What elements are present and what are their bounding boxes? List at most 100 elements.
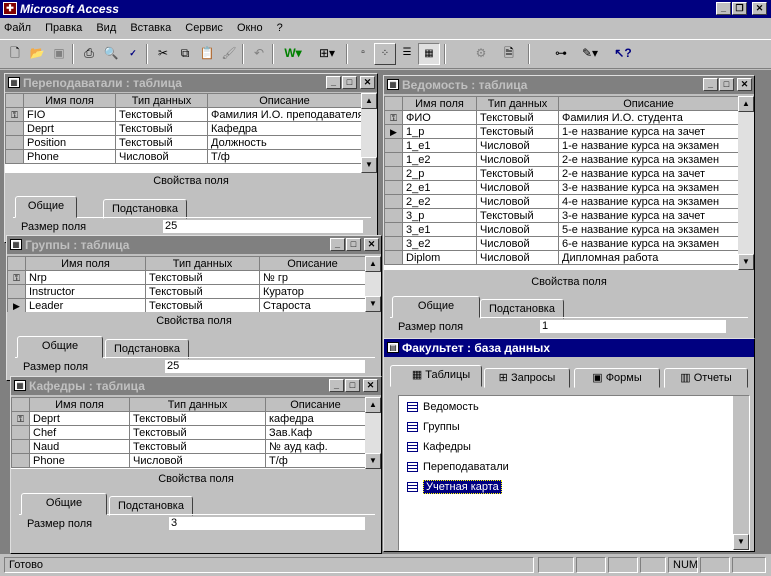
tab-general[interactable]: Общие bbox=[17, 336, 103, 358]
maximize-icon[interactable]: □ bbox=[346, 238, 361, 251]
field-name[interactable]: Deprt bbox=[23, 121, 116, 136]
menu-file[interactable]: Файл bbox=[4, 18, 31, 38]
field-type[interactable]: Числовой bbox=[476, 222, 559, 237]
field-type[interactable]: Текстовый bbox=[476, 166, 559, 181]
field-type[interactable]: Текстовый bbox=[115, 135, 208, 150]
close-icon[interactable]: ✕ bbox=[364, 238, 379, 251]
large-icons-icon[interactable]: ▫ bbox=[352, 43, 374, 65]
field-name[interactable]: Chef bbox=[29, 425, 130, 440]
field-desc[interactable]: 2-е название курса на зачет bbox=[558, 166, 738, 181]
field-name[interactable]: 2_e1 bbox=[402, 180, 477, 195]
scroll-down-icon[interactable]: ▼ bbox=[365, 453, 381, 469]
current-row-icon[interactable]: ▶ bbox=[384, 124, 403, 139]
scroll-up-icon[interactable]: ▲ bbox=[365, 397, 381, 413]
database-title-bar[interactable]: ▤ Факультет : база данных bbox=[384, 339, 754, 357]
tab-forms[interactable]: ▣ Формы bbox=[574, 368, 660, 388]
field-type[interactable]: Числовой bbox=[129, 453, 266, 468]
field-type[interactable]: Текстовый bbox=[115, 107, 208, 122]
copy-icon[interactable]: ⧉ bbox=[174, 43, 196, 65]
scroll-down-icon[interactable]: ▼ bbox=[365, 296, 381, 312]
save-icon[interactable]: ▣ bbox=[48, 43, 70, 65]
field-name[interactable]: 1_p bbox=[402, 124, 477, 139]
menu-view[interactable]: Вид bbox=[96, 18, 116, 38]
column-header-name[interactable]: Имя поля bbox=[29, 397, 130, 412]
row-selector[interactable] bbox=[384, 250, 403, 265]
paste-icon[interactable]: 📋 bbox=[196, 43, 218, 65]
row-selector[interactable] bbox=[384, 208, 403, 223]
field-type[interactable]: Числовой bbox=[476, 138, 559, 153]
field-type[interactable]: Текстовый bbox=[115, 121, 208, 136]
tab-lookup[interactable]: Подстановка bbox=[105, 339, 189, 359]
menu-edit[interactable]: Правка bbox=[45, 18, 82, 38]
field-name[interactable]: Nrp bbox=[25, 270, 146, 285]
scroll-down-icon[interactable]: ▼ bbox=[361, 157, 377, 173]
vertical-scrollbar[interactable]: ▲ ▼ bbox=[365, 256, 381, 312]
row-selector[interactable] bbox=[384, 222, 403, 237]
row-selector[interactable] bbox=[5, 135, 24, 150]
field-type[interactable]: Текстовый bbox=[476, 208, 559, 223]
details-icon[interactable]: ▦ bbox=[418, 43, 440, 65]
field-desc[interactable]: Должность bbox=[207, 135, 361, 150]
scroll-up-icon[interactable]: ▲ bbox=[738, 96, 754, 112]
field-type[interactable]: Текстовый bbox=[145, 298, 260, 312]
menu-help[interactable]: ? bbox=[277, 18, 283, 38]
tab-reports[interactable]: ▥ Отчеты bbox=[664, 368, 748, 388]
field-desc[interactable]: Дипломная работа bbox=[558, 250, 738, 265]
office-links-icon[interactable]: W▾ bbox=[278, 43, 308, 65]
column-header-desc[interactable]: Описание bbox=[265, 397, 365, 412]
field-desc[interactable]: Фамилия И.О. студента bbox=[558, 110, 738, 125]
column-header-desc[interactable]: Описание bbox=[259, 256, 365, 271]
scroll-up-icon[interactable]: ▲ bbox=[365, 256, 381, 272]
access-key-icon[interactable]: ✚ bbox=[3, 2, 17, 15]
field-type[interactable]: Числовой bbox=[476, 236, 559, 251]
vertical-scrollbar[interactable]: ▲ ▼ bbox=[738, 96, 754, 270]
tab-lookup[interactable]: Подстановка bbox=[480, 299, 564, 319]
preview-icon[interactable]: 🔍 bbox=[100, 43, 122, 65]
field-type[interactable]: Текстовый bbox=[129, 439, 266, 454]
row-selector[interactable] bbox=[5, 149, 24, 164]
list-item[interactable]: Переподаватали bbox=[407, 458, 509, 476]
minimize-icon[interactable]: _ bbox=[703, 78, 718, 91]
column-header-name[interactable]: Имя поля bbox=[23, 93, 116, 108]
tab-general[interactable]: Общие bbox=[15, 196, 77, 218]
list-icon[interactable]: ☰ bbox=[396, 43, 418, 65]
field-type[interactable]: Текстовый bbox=[129, 411, 266, 426]
tab-lookup[interactable]: Подстановка bbox=[103, 199, 187, 219]
close-icon[interactable]: ✕ bbox=[752, 2, 767, 15]
list-item[interactable]: Группы bbox=[407, 418, 460, 436]
field-size-value[interactable]: 3 bbox=[169, 517, 365, 531]
list-item[interactable]: Ведомость bbox=[407, 398, 479, 416]
row-selector[interactable] bbox=[384, 138, 403, 153]
groups-title-bar[interactable]: ▦ Группы : таблица _ □ ✕ bbox=[7, 236, 381, 254]
list-item-selected[interactable]: Учетная карта bbox=[407, 478, 502, 496]
field-type[interactable]: Текстовый bbox=[476, 124, 559, 139]
field-desc[interactable]: Староста bbox=[259, 298, 365, 312]
field-desc[interactable]: 3-е название курса на экзамен bbox=[558, 180, 738, 195]
gradebook-title-bar[interactable]: ▦ Ведомость : таблица _ □ ✕ bbox=[384, 76, 754, 94]
field-name[interactable]: Phone bbox=[29, 453, 130, 468]
tab-queries[interactable]: ⊞ Запросы bbox=[484, 368, 570, 388]
field-name[interactable]: Leader bbox=[25, 298, 146, 312]
tab-lookup[interactable]: Подстановка bbox=[109, 496, 193, 516]
column-header-type[interactable]: Тип данных bbox=[129, 397, 266, 412]
tab-tables[interactable]: ▦ Таблицы bbox=[390, 365, 482, 387]
field-name[interactable]: 2_p bbox=[402, 166, 477, 181]
field-desc[interactable]: 3-е название курса на зачет bbox=[558, 208, 738, 223]
field-desc[interactable]: кафедра bbox=[265, 411, 365, 426]
field-type[interactable]: Числовой bbox=[115, 149, 208, 164]
field-desc[interactable]: 1-е название курса на экзамен bbox=[558, 138, 738, 153]
field-size-value[interactable]: 25 bbox=[163, 220, 363, 234]
restore-icon[interactable]: ❐ bbox=[732, 2, 747, 15]
open-icon[interactable]: 📂 bbox=[26, 43, 48, 65]
column-header-type[interactable]: Тип данных bbox=[476, 96, 559, 111]
minimize-icon[interactable]: _ bbox=[330, 238, 345, 251]
vertical-scrollbar[interactable]: ▲ ▼ bbox=[361, 93, 377, 173]
field-name[interactable]: Position bbox=[23, 135, 116, 150]
row-selector[interactable] bbox=[384, 152, 403, 167]
current-row-icon[interactable]: ▶ bbox=[7, 298, 26, 312]
field-type[interactable]: Числовой bbox=[476, 180, 559, 195]
format-painter-icon[interactable]: 🖌 bbox=[218, 43, 240, 65]
primary-key-icon[interactable]: ⚿ bbox=[5, 107, 24, 122]
menu-tools[interactable]: Сервис bbox=[185, 18, 223, 38]
primary-key-icon[interactable]: ⚿ bbox=[11, 411, 30, 426]
